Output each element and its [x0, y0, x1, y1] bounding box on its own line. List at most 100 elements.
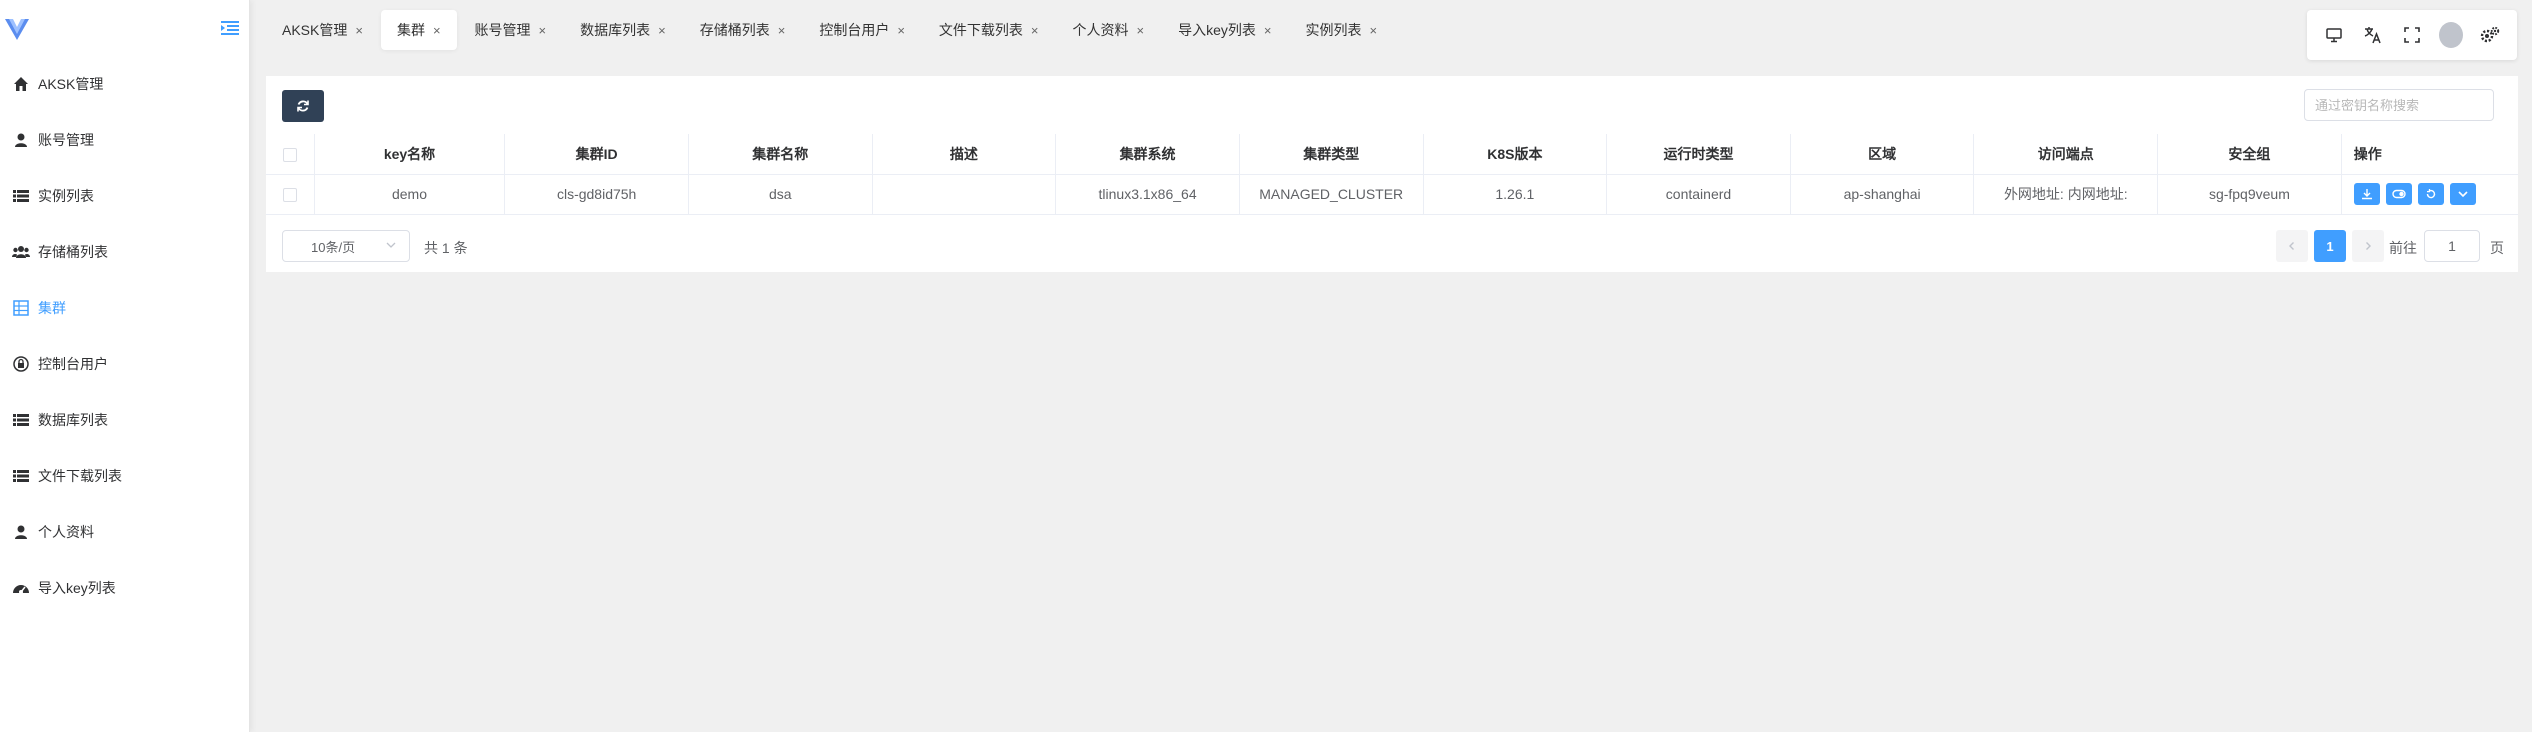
column-header[interactable]: key名称 [314, 134, 506, 175]
page-size-select[interactable]: 10条/页 [282, 230, 410, 262]
column-header[interactable]: 集群类型 [1239, 134, 1424, 175]
tab-console-users[interactable]: 控制台用户 × [803, 10, 921, 50]
cell-region: ap-shanghai [1790, 174, 1975, 215]
close-icon[interactable]: × [1264, 23, 1272, 38]
list-icon [12, 467, 30, 485]
page-suffix: 页 [2490, 240, 2504, 256]
cell-actions [2341, 174, 2518, 215]
cell-cluster-id: cls-gd8id75h [504, 174, 689, 215]
refresh-icon [297, 100, 309, 112]
tab-account[interactable]: 账号管理 × [459, 10, 563, 50]
column-header[interactable]: 安全组 [2157, 134, 2342, 175]
sidebar-item-profile[interactable]: 个人资料 [0, 512, 250, 552]
home-icon [12, 75, 30, 93]
cell-key-name: demo [314, 174, 506, 215]
tab-downloads[interactable]: 文件下载列表 × [923, 10, 1055, 50]
tab-buckets[interactable]: 存储桶列表 × [684, 10, 802, 50]
select-all-cell [266, 134, 315, 175]
sidebar-item-label: 存储桶列表 [38, 244, 108, 260]
column-header[interactable]: 集群系统 [1055, 134, 1240, 175]
sidebar-item-label: 数据库列表 [38, 412, 108, 428]
sidebar-item-label: 集群 [38, 300, 66, 316]
reset-button[interactable] [2417, 183, 2444, 205]
cell-cluster-name: dsa [688, 174, 873, 215]
sidebar-item-console-users[interactable]: 控制台用户 [0, 344, 250, 384]
goto-label: 前往 [2389, 240, 2417, 256]
row-select-cell [266, 174, 315, 215]
table-row[interactable]: demo cls-gd8id75h dsa tlinux3.1x86_64 MA… [266, 174, 2518, 215]
tab-label: 控制台用户 [819, 22, 890, 38]
sidebar-item-cluster[interactable]: 集群 [0, 288, 250, 328]
row-checkbox[interactable] [282, 188, 297, 203]
dashboard-icon [12, 579, 30, 597]
download-button[interactable] [2353, 183, 2380, 205]
user-icon [12, 131, 30, 149]
grid-icon [12, 299, 30, 317]
settings-icon[interactable] [2478, 23, 2502, 47]
column-header[interactable]: K8S版本 [1423, 134, 1608, 175]
fullscreen-icon[interactable] [2400, 23, 2424, 47]
tab-cluster[interactable]: 集群 × [380, 10, 457, 50]
cell-cluster-os: tlinux3.1x86_64 [1055, 174, 1240, 215]
sidebar-item-instances[interactable]: 实例列表 [0, 176, 250, 216]
sidebar-item-downloads[interactable]: 文件下载列表 [0, 456, 250, 496]
more-actions-button[interactable] [2449, 183, 2476, 205]
search-input[interactable] [2304, 89, 2494, 121]
cell-endpoints: 外网地址: 内网地址: [1973, 174, 2159, 215]
prev-page-button[interactable] [2276, 230, 2308, 262]
monitor-icon[interactable] [2322, 23, 2346, 47]
close-icon[interactable]: × [897, 23, 905, 38]
tab-label: 文件下载列表 [938, 22, 1023, 38]
goto-page-input[interactable] [2424, 230, 2480, 262]
translate-icon[interactable] [2361, 23, 2385, 47]
list-icon [12, 187, 30, 205]
page-size-value: 10条/页 [311, 239, 356, 255]
toggle-button[interactable] [2385, 183, 2412, 205]
top-toolbar [2307, 10, 2517, 60]
sidebar-item-account[interactable]: 账号管理 [0, 120, 250, 160]
sidebar: AKSK管理 账号管理 实例列表 存储桶列表 集群 控制台用户 数据库列表 文件… [0, 0, 250, 732]
tab-label: 数据库列表 [580, 22, 651, 38]
avatar[interactable] [2438, 22, 2463, 48]
sidebar-item-label: 控制台用户 [38, 356, 108, 372]
select-all-checkbox[interactable] [282, 147, 297, 162]
tab-label: 存储桶列表 [699, 22, 770, 38]
column-header: 操作 [2341, 134, 2518, 175]
close-icon[interactable]: × [658, 23, 666, 38]
sidebar-item-label: 导入key列表 [38, 580, 116, 596]
tab-bar: AKSK管理 × 集群 × 账号管理 × 数据库列表 × 存储桶列表 × 控制台用户 × 文… [266, 10, 1395, 50]
close-icon[interactable]: × [1137, 23, 1145, 38]
tab-databases[interactable]: 数据库列表 × [564, 10, 682, 50]
chevron-down-icon [2458, 191, 2468, 198]
close-icon[interactable]: × [1370, 23, 1378, 38]
column-header[interactable]: 描述 [872, 134, 1057, 175]
column-header[interactable]: 区域 [1790, 134, 1975, 175]
tab-aksk[interactable]: AKSK管理 × [266, 10, 379, 50]
column-header[interactable]: 集群ID [504, 134, 689, 175]
close-icon[interactable]: × [433, 23, 441, 38]
sidebar-item-aksk[interactable]: AKSK管理 [0, 64, 250, 104]
close-icon[interactable]: × [1031, 23, 1039, 38]
sidebar-item-databases[interactable]: 数据库列表 [0, 400, 250, 440]
column-header[interactable]: 运行时类型 [1606, 134, 1791, 175]
refresh-button[interactable] [282, 90, 324, 122]
total-count: 共 1 条 [424, 240, 468, 256]
column-header[interactable]: 访问端点 [1973, 134, 2159, 175]
tab-instances[interactable]: 实例列表 × [1290, 10, 1394, 50]
chevron-right-icon [2366, 242, 2371, 250]
list-icon [12, 411, 30, 429]
close-icon[interactable]: × [355, 23, 363, 38]
logo-icon [5, 19, 29, 40]
download-icon [2361, 189, 2372, 200]
tab-label: 集群 [396, 22, 425, 38]
sidebar-item-buckets[interactable]: 存储桶列表 [0, 232, 250, 272]
column-header[interactable]: 集群名称 [688, 134, 873, 175]
page-number-button[interactable]: 1 [2314, 230, 2346, 262]
sidebar-item-import-keys[interactable]: 导入key列表 [0, 568, 250, 608]
collapse-menu-icon[interactable] [220, 18, 240, 38]
close-icon[interactable]: × [539, 23, 547, 38]
next-page-button[interactable] [2352, 230, 2384, 262]
tab-import-keys[interactable]: 导入key列表 × [1162, 10, 1287, 50]
tab-profile[interactable]: 个人资料 × [1057, 10, 1161, 50]
close-icon[interactable]: × [778, 23, 786, 38]
